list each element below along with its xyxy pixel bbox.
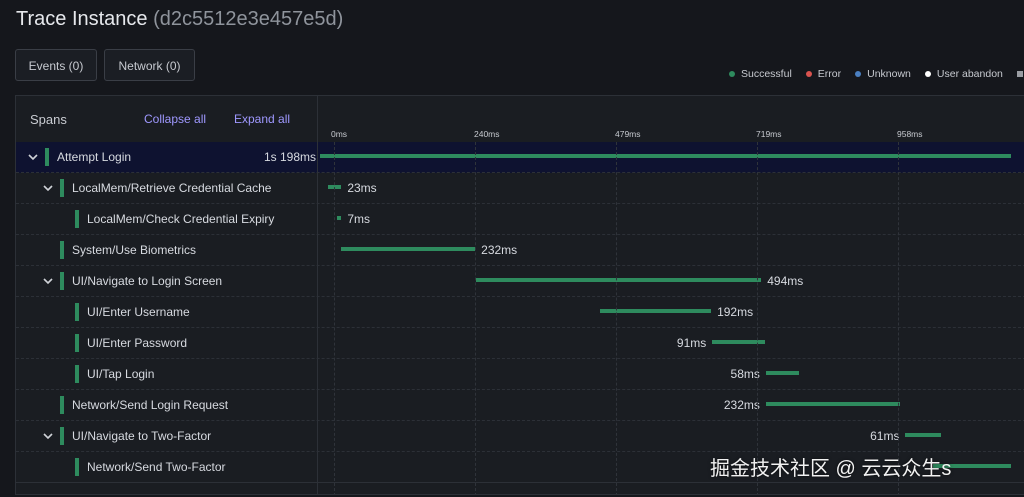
span-bar[interactable] — [476, 278, 762, 282]
expand-all-link[interactable]: Expand all — [234, 112, 290, 126]
status-bar-icon — [75, 210, 79, 228]
span-row[interactable]: UI/Enter Password 91ms — [16, 328, 1024, 359]
status-bar-icon — [60, 179, 64, 197]
legend-item-user-abandon: User abandon — [924, 68, 1003, 80]
status-bar-icon — [60, 396, 64, 414]
tick-label: 0ms — [331, 129, 348, 139]
span-row[interactable]: System/Use Biometrics 232ms — [16, 235, 1024, 266]
span-name: UI/Enter Username — [87, 305, 190, 319]
span-row[interactable]: LocalMem/Check Credential Expiry 7ms — [16, 204, 1024, 235]
status-bar-icon — [75, 365, 79, 383]
legend-label: Error — [817, 68, 842, 80]
span-row[interactable]: UI/Enter Username 192ms — [16, 297, 1024, 328]
status-bar-icon — [60, 427, 64, 445]
span-bar[interactable] — [765, 402, 900, 406]
spans-title: Spans — [30, 112, 67, 127]
successful-dot-icon — [729, 71, 735, 77]
tick-label: 958ms — [897, 129, 923, 139]
span-row[interactable]: UI/Navigate to Login Screen 494ms — [16, 266, 1024, 297]
watermark: 掘金技术社区 @ 云云众生s — [710, 458, 952, 480]
more-square-icon — [1016, 71, 1023, 77]
panel-divider — [317, 96, 318, 494]
tick-label: 240ms — [474, 129, 500, 139]
span-row[interactable]: Attempt Login 1s 198ms — [16, 142, 1024, 173]
gridline — [334, 142, 335, 494]
events-tab-button[interactable]: Events (0) — [15, 49, 97, 81]
chevron-down-icon[interactable] — [27, 151, 39, 163]
span-duration: 494ms — [767, 274, 804, 288]
span-row[interactable]: UI/Navigate to Two-Factor 61ms — [16, 421, 1024, 452]
span-duration: 232ms — [481, 243, 518, 257]
span-row[interactable]: LocalMem/Retrieve Credential Cache 23ms — [16, 173, 1024, 204]
span-bar[interactable] — [905, 433, 941, 437]
gridline — [616, 142, 617, 494]
gridline — [757, 142, 758, 494]
user-abandon-dot-icon — [924, 71, 931, 77]
timeline-axis: 0ms240ms479ms719ms958ms1s 1 — [318, 96, 1024, 142]
span-duration: 58ms — [730, 367, 760, 381]
span-name: LocalMem/Retrieve Credential Cache — [72, 181, 272, 195]
span-name: UI/Navigate to Login Screen — [72, 274, 223, 288]
status-bar-icon — [75, 303, 79, 321]
page-title: Trace Instance (d2c5512e3e457e5d) — [16, 8, 343, 31]
error-dot-icon — [805, 71, 812, 77]
gridline — [475, 142, 476, 494]
span-name: Network/Send Two-Factor — [87, 460, 226, 474]
spans-header: Spans Collapse all Expand all — [16, 96, 317, 142]
legend-label: Successful — [741, 68, 792, 80]
bottom-divider — [15, 482, 1024, 483]
span-name: System/Use Biometrics — [72, 243, 197, 257]
chevron-down-icon[interactable] — [42, 430, 54, 442]
legend-item-unknown: Unknown — [855, 68, 911, 80]
span-name: UI/Tap Login — [87, 367, 155, 381]
status-bar-icon — [45, 148, 49, 166]
status-legend: Successful Error Unknown User abandon — [729, 68, 1023, 80]
tick-label: 719ms — [756, 129, 782, 139]
spans-panel: Spans Collapse all Expand all 0ms 240ms 47… — [15, 95, 1024, 495]
unknown-dot-icon — [855, 71, 862, 77]
span-bar[interactable] — [320, 154, 1011, 158]
span-name: UI/Navigate to Two-Factor — [72, 429, 212, 443]
legend-item-more — [1016, 68, 1023, 80]
status-bar-icon — [75, 458, 79, 476]
legend-label: Unknown — [867, 68, 911, 80]
span-bar[interactable] — [337, 216, 342, 220]
span-duration: 232ms — [723, 398, 760, 412]
legend-item-error: Error — [805, 68, 842, 80]
legend-label: User abandon — [936, 68, 1003, 80]
status-bar-icon — [75, 334, 79, 352]
chevron-down-icon[interactable] — [42, 182, 54, 194]
span-duration: 61ms — [870, 429, 900, 443]
tick-label: 479ms — [615, 129, 641, 139]
span-duration: 192ms — [717, 305, 754, 319]
span-duration: 23ms — [347, 181, 377, 195]
span-duration: 91ms — [676, 336, 707, 350]
legend-item-successful: Successful — [729, 68, 792, 80]
status-bar-icon — [60, 241, 64, 259]
span-duration: 1s 198ms — [263, 150, 316, 164]
span-bar[interactable] — [765, 371, 800, 375]
span-duration: 7ms — [347, 212, 370, 226]
span-name: LocalMem/Check Credential Expiry — [87, 212, 275, 226]
span-name: Attempt Login — [57, 150, 132, 164]
trace-id: (d2c5512e3e457e5d) — [153, 8, 344, 30]
collapse-all-link[interactable]: Collapse all — [144, 112, 206, 126]
span-row[interactable]: UI/Tap Login 58ms — [16, 359, 1024, 390]
span-name: UI/Enter Password — [87, 336, 188, 350]
trace-title-text: Trace Instance — [16, 8, 148, 30]
network-tab-button[interactable]: Network (0) — [104, 49, 195, 81]
chevron-down-icon[interactable] — [42, 275, 54, 287]
span-name: Network/Send Login Request — [72, 398, 229, 412]
span-row[interactable]: Network/Send Login Request 232ms — [16, 390, 1024, 421]
gridline — [898, 142, 899, 494]
status-bar-icon — [60, 272, 64, 290]
span-bar[interactable] — [341, 247, 476, 251]
